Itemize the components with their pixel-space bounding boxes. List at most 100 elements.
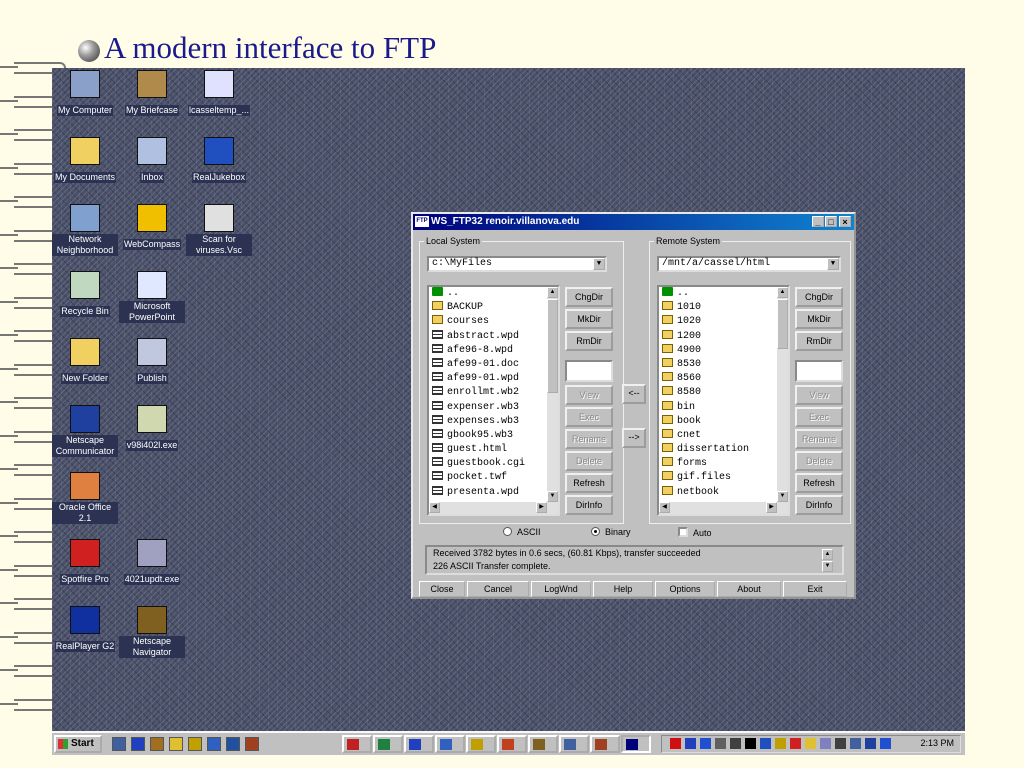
ascii-radio-icon[interactable] xyxy=(503,527,512,536)
quick-launch-search-icon[interactable] xyxy=(188,737,202,751)
local-refresh-button[interactable]: Refresh xyxy=(565,473,613,493)
local-scroll-thumb[interactable] xyxy=(547,299,558,393)
taskbar-button[interactable] xyxy=(590,735,620,753)
quick-launch-wordperfect-icon[interactable] xyxy=(131,737,145,751)
remote-dirinfo-button[interactable]: DirInfo xyxy=(795,495,843,515)
remote-delete-button[interactable]: Delete xyxy=(795,451,843,471)
tray-norton-icon[interactable] xyxy=(670,738,681,749)
local-horizontal-scrollbar[interactable]: ◀ ▶ xyxy=(429,502,558,514)
logwnd-button[interactable]: LogWnd xyxy=(531,581,591,597)
desk-icon-netscape-navigator[interactable]: Netscape Navigator xyxy=(119,606,185,660)
remote-scroll-right-icon[interactable]: ▶ xyxy=(766,502,777,513)
taskbar-button[interactable] xyxy=(466,735,496,753)
local-file-row[interactable]: afe96-8.wpd xyxy=(429,343,558,358)
local-view-button[interactable]: View xyxy=(565,385,613,405)
maximize-button[interactable]: □ xyxy=(825,216,837,227)
tray-shield-icon[interactable] xyxy=(685,738,696,749)
tray-people-icon[interactable] xyxy=(775,738,786,749)
help-button[interactable]: Help xyxy=(593,581,653,597)
tray-doc-icon[interactable] xyxy=(820,738,831,749)
desk-icon-my-documents[interactable]: My Documents xyxy=(52,137,118,185)
binary-option[interactable]: Binary xyxy=(591,527,631,537)
remote-file-row[interactable]: .. xyxy=(659,287,788,301)
tray-disk-icon[interactable] xyxy=(745,738,756,749)
remote-path-combo[interactable]: /mnt/a/cassel/html ▼ xyxy=(657,256,841,272)
local-scroll-down-icon[interactable]: ▼ xyxy=(547,491,558,502)
desk-icon-powerpoint[interactable]: Microsoft PowerPoint xyxy=(119,271,185,325)
taskbar-button[interactable] xyxy=(404,735,434,753)
desk-icon-oracle-office[interactable]: Oracle Office 2.1 xyxy=(52,472,118,526)
remote-filter-field[interactable] xyxy=(795,360,843,382)
desk-icon-v98i402l[interactable]: v98i402l.exe xyxy=(119,405,185,453)
clock[interactable]: 2:13 PM xyxy=(920,738,954,748)
remote-file-row[interactable]: 8560 xyxy=(659,372,788,386)
local-path-combo[interactable]: c:\MyFiles ▼ xyxy=(427,256,607,272)
remote-horizontal-scrollbar[interactable]: ◀ ▶ xyxy=(659,502,788,514)
window-titlebar[interactable]: FTP WS_FTP32 renoir.villanova.edu _ □ × xyxy=(413,214,854,230)
close-window-button[interactable]: × xyxy=(839,216,851,227)
local-file-list[interactable]: .. BACKUP courses abstract.wpd afe96-8.wpd af… xyxy=(427,285,560,516)
local-file-row[interactable]: expenser.wb3 xyxy=(429,400,558,415)
local-mkdir-button[interactable]: MkDir xyxy=(565,309,613,329)
local-file-row[interactable]: guest.html xyxy=(429,443,558,457)
taskbar-button[interactable] xyxy=(559,735,589,753)
taskbar-button[interactable] xyxy=(342,735,372,753)
local-scroll-up-icon[interactable]: ▲ xyxy=(547,287,558,298)
about-button[interactable]: About xyxy=(717,581,781,597)
desk-icon-scan-for-viruses[interactable]: Scan for viruses.Vsc xyxy=(186,204,252,258)
desk-icon-realjukebox[interactable]: RealJukebox xyxy=(186,137,252,185)
cancel-button[interactable]: Cancel xyxy=(467,581,529,597)
tray-magnifier-icon[interactable] xyxy=(850,738,861,749)
status-scroll-up-icon[interactable]: ▲ xyxy=(822,549,833,560)
desk-icon-netscape-communicator[interactable]: Netscape Communicator xyxy=(52,405,118,459)
local-path-dropdown-icon[interactable]: ▼ xyxy=(593,258,605,270)
local-scroll-left-icon[interactable]: ◀ xyxy=(429,502,440,513)
local-file-row[interactable]: courses xyxy=(429,315,558,329)
local-rmdir-button[interactable]: RmDir xyxy=(565,331,613,351)
remote-file-row[interactable]: 1200 xyxy=(659,329,788,344)
remote-file-row[interactable]: 1010 xyxy=(659,301,788,315)
quick-launch-ship-wheel-icon[interactable] xyxy=(150,737,164,751)
taskbar-button[interactable] xyxy=(497,735,527,753)
desk-icon-recycle-bin[interactable]: Recycle Bin xyxy=(52,271,118,319)
local-vertical-scrollbar[interactable]: ▲ ▼ xyxy=(547,287,558,502)
remote-path-dropdown-icon[interactable]: ▼ xyxy=(827,258,839,270)
quick-launch-desktop-icon[interactable] xyxy=(112,737,126,751)
quick-launch-compass-icon[interactable] xyxy=(226,737,240,751)
auto-option[interactable]: Auto xyxy=(678,527,712,538)
remote-rmdir-button[interactable]: RmDir xyxy=(795,331,843,351)
minimize-button[interactable]: _ xyxy=(812,216,824,227)
remote-file-row[interactable]: 8530 xyxy=(659,357,788,372)
binary-radio-icon[interactable] xyxy=(591,527,600,536)
desk-icon-webcompass[interactable]: WebCompass xyxy=(119,204,185,252)
local-scroll-right-icon[interactable]: ▶ xyxy=(536,502,547,513)
tray-pen-icon[interactable] xyxy=(805,738,816,749)
desk-icon-realplayer[interactable]: RealPlayer G2 xyxy=(52,606,118,654)
remote-refresh-button[interactable]: Refresh xyxy=(795,473,843,493)
remote-exec-button[interactable]: Exec xyxy=(795,407,843,427)
remote-file-row[interactable]: netbook xyxy=(659,485,788,500)
remote-mkdir-button[interactable]: MkDir xyxy=(795,309,843,329)
download-to-local-button[interactable]: <-- xyxy=(622,384,646,404)
local-exec-button[interactable]: Exec xyxy=(565,407,613,427)
local-dirinfo-button[interactable]: DirInfo xyxy=(565,495,613,515)
desk-icon-spotfire-pro[interactable]: Spotfire Pro xyxy=(52,539,118,587)
desk-icon-new-folder[interactable]: New Folder xyxy=(52,338,118,386)
remote-file-row[interactable]: gif.files xyxy=(659,471,788,485)
remote-file-row[interactable]: dissertation xyxy=(659,443,788,457)
desk-icon-lcasseltemp[interactable]: lcasseltemp_... xyxy=(186,70,252,118)
ascii-option[interactable]: ASCII xyxy=(503,527,541,537)
local-file-row[interactable]: presenta.wpd xyxy=(429,485,558,500)
local-file-row[interactable]: abstract.wpd xyxy=(429,329,558,344)
remote-file-row[interactable]: book xyxy=(659,414,788,429)
local-rename-button[interactable]: Rename xyxy=(565,429,613,449)
taskbar-button[interactable] xyxy=(621,735,651,753)
tray-speaker-icon[interactable] xyxy=(730,738,741,749)
desk-icon-my-computer[interactable]: My Computer xyxy=(52,70,118,118)
local-filter-field[interactable] xyxy=(565,360,613,382)
tray-monitor-icon[interactable] xyxy=(700,738,711,749)
quick-launch-network-icon[interactable] xyxy=(245,737,259,751)
desk-icon-publish[interactable]: Publish xyxy=(119,338,185,386)
remote-view-button[interactable]: View xyxy=(795,385,843,405)
local-file-row[interactable]: .. xyxy=(429,287,558,301)
